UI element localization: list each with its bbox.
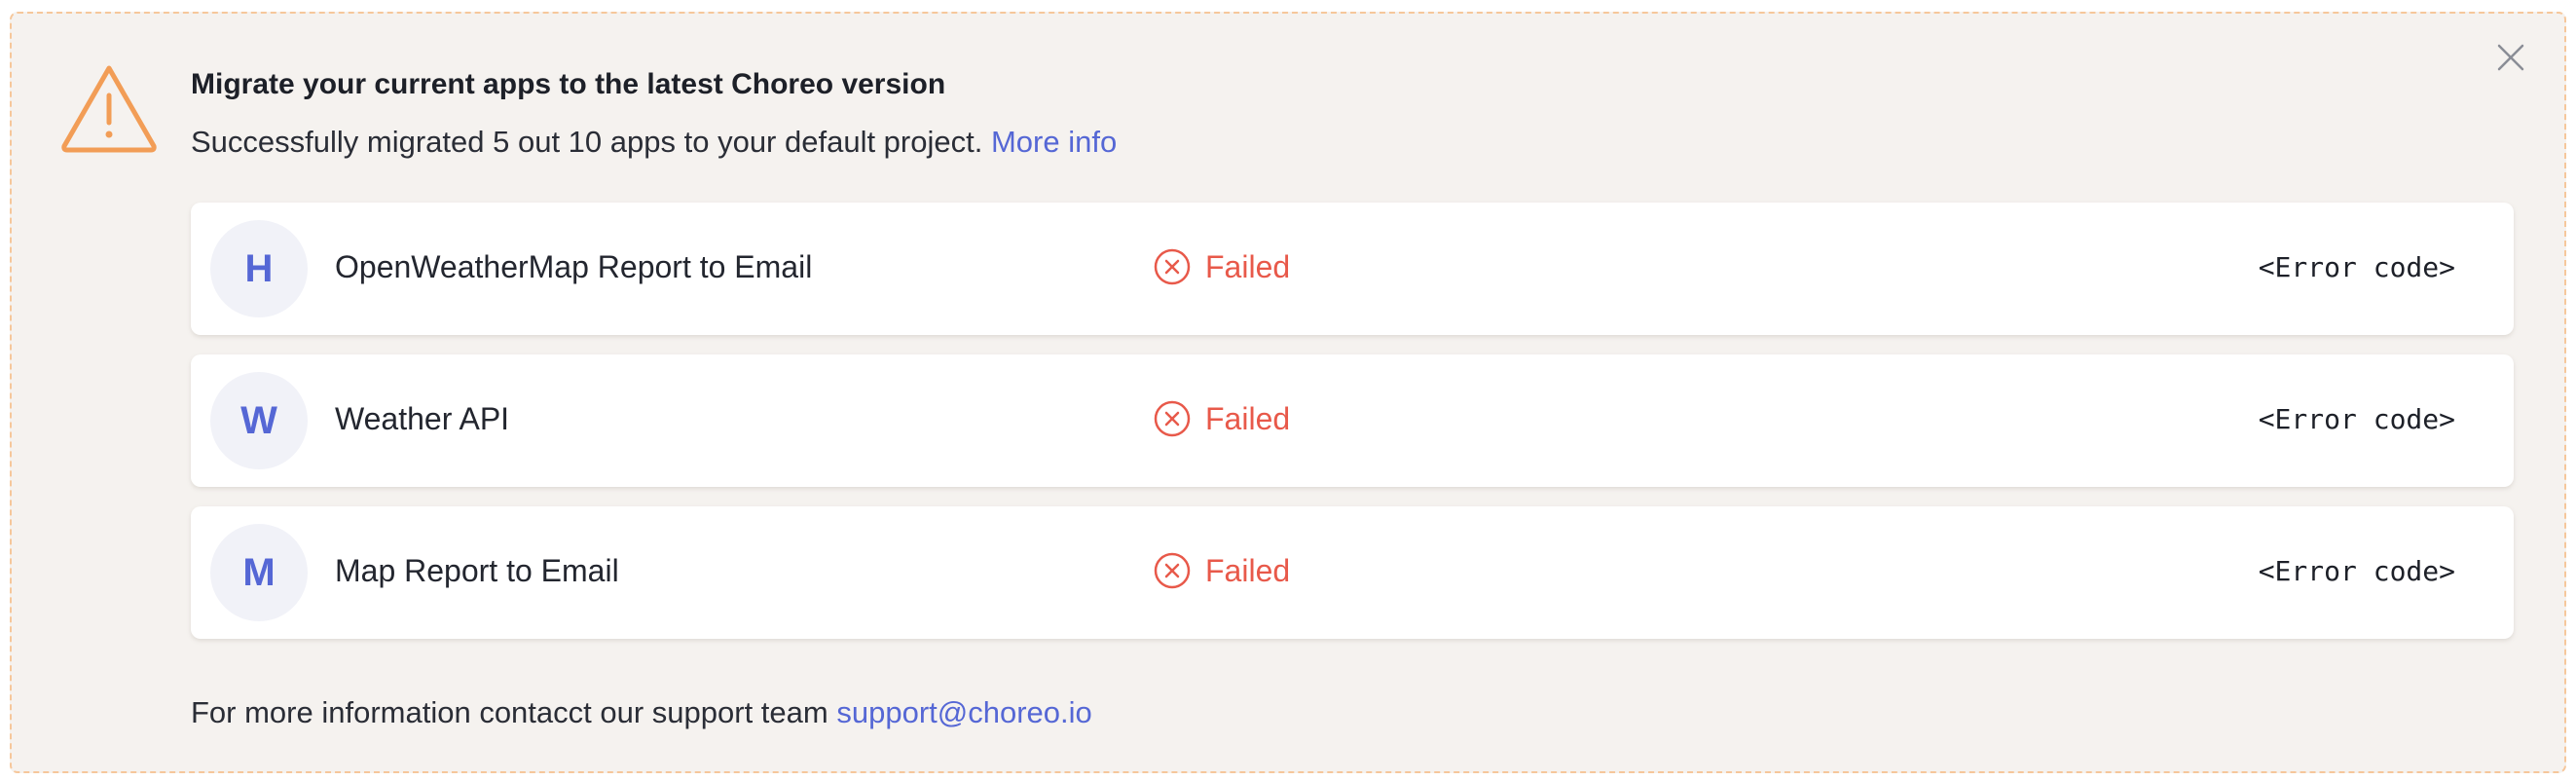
x-circle-icon bbox=[1154, 552, 1191, 589]
support-footer: For more information contacct our suppor… bbox=[191, 695, 1092, 730]
migration-banner: Migrate your current apps to the latest … bbox=[10, 12, 2566, 773]
error-code: <Error code> bbox=[2258, 251, 2455, 283]
support-email-link[interactable]: support@choreo.io bbox=[836, 695, 1091, 729]
app-row: H OpenWeatherMap Report to Email Failed … bbox=[191, 203, 2514, 335]
migration-summary: Successfully migrated 5 out 10 apps to y… bbox=[191, 125, 983, 159]
error-code: <Error code> bbox=[2258, 403, 2455, 435]
error-code: <Error code> bbox=[2258, 555, 2455, 587]
warning-triangle-icon bbox=[61, 65, 157, 153]
status-badge: Failed bbox=[1153, 399, 1290, 438]
app-name: Map Report to Email bbox=[335, 553, 619, 588]
banner-title: Migrate your current apps to the latest … bbox=[191, 68, 946, 100]
status-badge: Failed bbox=[1153, 551, 1290, 590]
status-label: Failed bbox=[1205, 248, 1291, 284]
support-text: For more information contacct our suppor… bbox=[191, 695, 828, 729]
app-list: H OpenWeatherMap Report to Email Failed … bbox=[191, 203, 2514, 658]
app-avatar: H bbox=[210, 220, 308, 317]
app-avatar: W bbox=[210, 372, 308, 469]
app-name: OpenWeatherMap Report to Email bbox=[335, 249, 813, 284]
close-button[interactable] bbox=[2486, 33, 2535, 82]
status-label: Failed bbox=[1205, 552, 1291, 588]
status-badge: Failed bbox=[1153, 247, 1290, 286]
app-name: Weather API bbox=[335, 401, 510, 436]
x-circle-icon bbox=[1154, 248, 1191, 285]
close-icon bbox=[2497, 44, 2524, 71]
x-circle-icon bbox=[1154, 400, 1191, 437]
app-avatar: M bbox=[210, 524, 308, 621]
app-row: W Weather API Failed <Error code> bbox=[191, 354, 2514, 487]
app-row: M Map Report to Email Failed <Error code… bbox=[191, 506, 2514, 639]
more-info-link[interactable]: More info bbox=[991, 125, 1117, 159]
banner-message: Successfully migrated 5 out 10 apps to y… bbox=[191, 125, 1117, 160]
status-label: Failed bbox=[1205, 400, 1291, 436]
